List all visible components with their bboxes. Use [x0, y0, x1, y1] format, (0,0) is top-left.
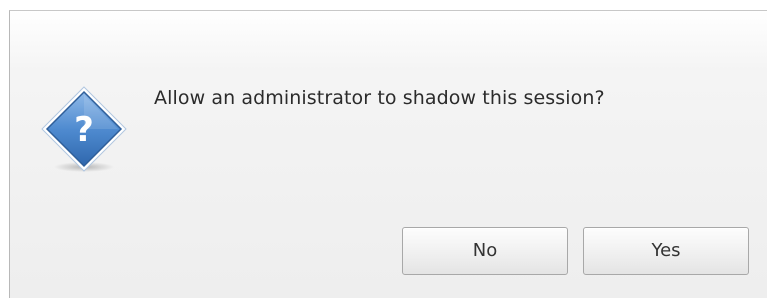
question-icon-graphic: ? — [41, 86, 127, 172]
dialog-message: Allow an administrator to shadow this se… — [154, 87, 605, 109]
no-button[interactable]: No — [402, 227, 568, 275]
yes-button[interactable]: Yes — [583, 227, 749, 275]
shadow-session-dialog: ? Allow an administrator to shadow this … — [9, 10, 767, 298]
question-glyph: ? — [74, 110, 94, 150]
question-icon: ? — [38, 83, 130, 175]
